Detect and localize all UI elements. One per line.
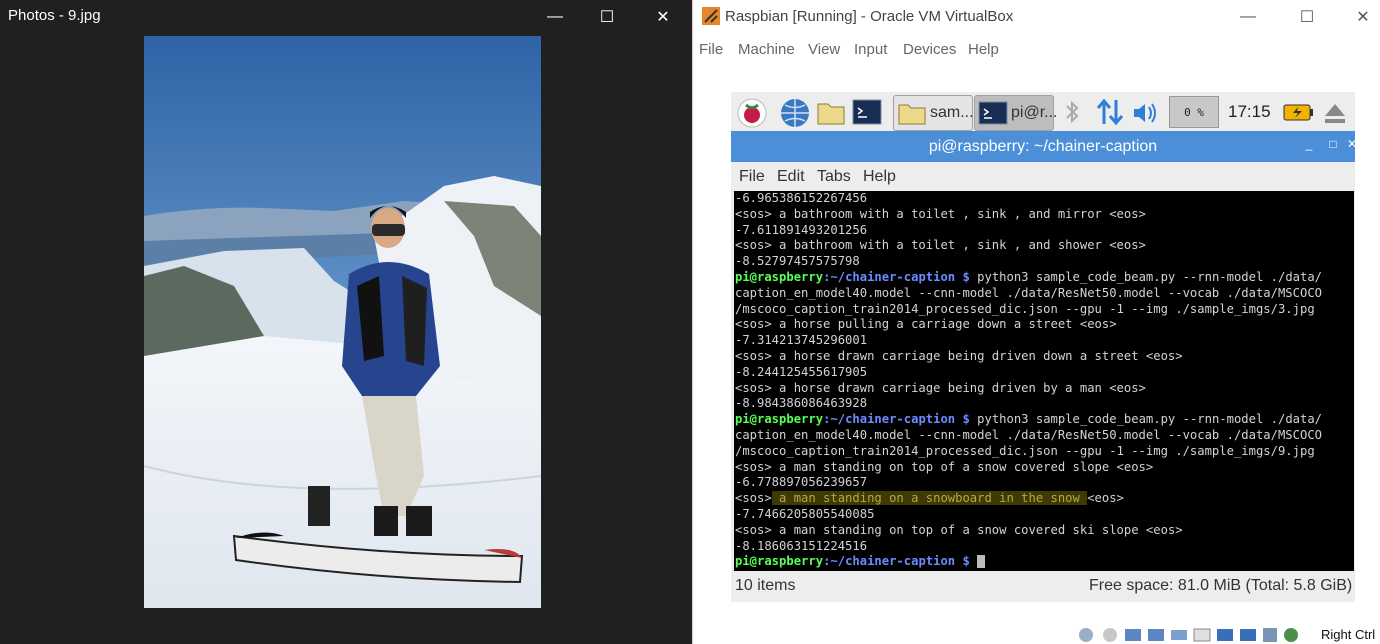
console-line: -8.244125455617905 <box>735 364 868 379</box>
photos-close-button[interactable]: ✕ <box>640 0 686 33</box>
file-manager-statusbar: 10 items Free space: 81.0 MiB (Total: 5.… <box>693 572 1380 600</box>
menu-view[interactable]: View <box>808 41 840 58</box>
prompt-user: pi@raspberry <box>735 554 824 569</box>
free-space: Free space: 81.0 MiB (Total: 5.8 GiB) <box>1089 577 1353 594</box>
photos-titlebar: Photos - 9.jpg — ☐ ✕ <box>0 0 692 33</box>
terminal-menu-help[interactable]: Help <box>863 168 896 186</box>
text-cursor <box>977 555 986 569</box>
menu-file[interactable]: File <box>699 41 723 58</box>
menu-devices[interactable]: Devices <box>903 41 956 58</box>
prompt-user: pi@raspberry <box>735 412 824 427</box>
console-line: caption_en_model40.model --cnn-model ./d… <box>735 285 1322 300</box>
terminal-icon <box>978 100 1008 131</box>
vbox-statusbar: Right Ctrl <box>1073 624 1380 644</box>
photos-window-title: Photos - 9.jpg <box>8 7 101 24</box>
panel-clock[interactable]: 17:15 <box>1228 102 1271 122</box>
console-line: <sos> a man standing on top of a snow co… <box>735 459 1154 474</box>
console-highlight-line: <sos> a man standing on a snowboard in t… <box>734 491 1354 507</box>
eject-icon[interactable] <box>1321 96 1349 128</box>
raspberry-menu-icon[interactable] <box>735 96 769 128</box>
console-line: -8.52797457575798 <box>735 254 860 269</box>
terminal-menu-file[interactable]: File <box>739 168 765 186</box>
power-icon[interactable] <box>1281 96 1315 128</box>
console-line: -8.186063151224516 <box>735 538 868 553</box>
eos-token: <eos> <box>1087 491 1124 506</box>
vbox-device-icons[interactable] <box>1077 626 1307 644</box>
terminal-maximize-button[interactable]: □ <box>1323 137 1343 155</box>
prompt-path: :~/chainer-caption $ <box>823 412 978 427</box>
host-key-label: Right Ctrl <box>1321 627 1376 642</box>
terminal-menu-edit[interactable]: Edit <box>777 168 805 186</box>
volume-icon[interactable] <box>1131 96 1159 128</box>
vbox-titlebar: Raspbian [Running] - Oracle VM VirtualBo… <box>693 0 1380 34</box>
terminal-launcher-icon[interactable] <box>851 96 883 128</box>
terminal-menu-tabs[interactable]: Tabs <box>817 168 851 186</box>
snowboarder-photo <box>144 36 541 608</box>
taskbar-file-manager[interactable]: sam... <box>893 95 974 131</box>
console-line: /mscoco_caption_train2014_processed_dic.… <box>735 443 1315 458</box>
console-line: -6.778897056239657 <box>735 475 868 490</box>
vbox-window-title: Raspbian [Running] - Oracle VM VirtualBo… <box>725 8 1014 25</box>
terminal-console[interactable]: -6.965386152267456 <sos> a bathroom with… <box>734 191 1354 571</box>
sos-token: <sos> <box>735 491 772 506</box>
terminal-close-button[interactable]: ✕ <box>1347 137 1357 155</box>
prompt-user: pi@raspberry <box>735 269 824 284</box>
vbox-maximize-button[interactable]: ☐ <box>1279 0 1335 33</box>
console-line: -8.984386086463928 <box>735 396 868 411</box>
web-browser-icon[interactable] <box>779 96 811 128</box>
menu-input[interactable]: Input <box>854 41 887 58</box>
raspbian-panel: sam... pi@r... 0 % 17:15 <box>731 92 1355 132</box>
taskbar-file-manager-label: sam... <box>930 104 974 121</box>
console-line: /mscoco_caption_train2014_processed_dic.… <box>735 301 1315 316</box>
taskbar-terminal[interactable]: pi@r... <box>974 95 1058 131</box>
console-prompt-line: pi@raspberry:~/chainer-caption $ <box>734 554 1354 570</box>
file-manager-icon[interactable] <box>815 96 847 128</box>
console-line: <sos> a bathroom with a toilet , sink , … <box>735 206 1146 221</box>
prompt-path: :~/chainer-caption $ <box>823 269 978 284</box>
lxterminal-window: pi@raspberry: ~/chainer-caption _ □ ✕ Fi… <box>731 131 1357 602</box>
console-prompt-line: pi@raspberry:~/chainer-caption $ python3… <box>734 270 1354 286</box>
console-line: <sos> a horse pulling a carriage down a … <box>735 317 1117 332</box>
command-text: python3 sample_code_beam.py --rnn-model … <box>977 269 1323 284</box>
console-line: <sos> a horse drawn carriage being drive… <box>735 380 1146 395</box>
virtualbox-window: Raspbian [Running] - Oracle VM VirtualBo… <box>692 0 1380 644</box>
photos-minimize-button[interactable]: — <box>532 0 578 33</box>
folder-icon <box>897 100 927 131</box>
vbox-minimize-button[interactable]: — <box>1220 0 1276 33</box>
network-icon[interactable] <box>1095 96 1125 128</box>
taskbar-terminal-label: pi@r... <box>1011 104 1058 121</box>
console-prompt-line: pi@raspberry:~/chainer-caption $ python3… <box>734 412 1354 428</box>
console-line: <sos> a bathroom with a toilet , sink , … <box>735 238 1146 253</box>
console-line: -7.7466205805540085 <box>735 506 875 521</box>
command-text: python3 sample_code_beam.py --rnn-model … <box>977 412 1323 427</box>
terminal-title: pi@raspberry: ~/chainer-caption <box>928 138 1158 155</box>
photos-window: Photos - 9.jpg — ☐ ✕ <box>0 0 692 644</box>
prompt-path: :~/chainer-caption $ <box>823 554 978 569</box>
terminal-menubar: File Edit Tabs Help <box>731 162 1355 192</box>
console-line: -6.965386152267456 <box>735 191 868 205</box>
console-line: <sos> a man standing on top of a snow co… <box>735 522 1183 537</box>
console-line: <sos> a horse drawn carriage being drive… <box>735 348 1183 363</box>
console-line: -7.314213745296001 <box>735 333 868 348</box>
virtualbox-logo-icon <box>702 7 720 25</box>
photos-maximize-button[interactable]: ☐ <box>584 0 630 33</box>
terminal-titlebar: pi@raspberry: ~/chainer-caption _ □ ✕ <box>731 131 1357 162</box>
bluetooth-icon[interactable] <box>1061 96 1083 128</box>
highlighted-caption: a man standing on a snowboard in the sno… <box>771 491 1088 506</box>
console-line: caption_en_model40.model --cnn-model ./d… <box>735 427 1322 442</box>
item-count: 10 items <box>735 577 796 594</box>
guest-display[interactable]: sam... pi@r... 0 % 17:15 pi@raspberry: ~… <box>731 92 1357 602</box>
vbox-close-button[interactable]: ✕ <box>1335 0 1380 33</box>
cpu-usage-monitor: 0 % <box>1169 96 1219 128</box>
console-line: -7.611891493201256 <box>735 222 868 237</box>
terminal-minimize-button[interactable]: _ <box>1299 137 1319 155</box>
menu-help[interactable]: Help <box>968 41 999 58</box>
menu-machine[interactable]: Machine <box>738 41 795 58</box>
